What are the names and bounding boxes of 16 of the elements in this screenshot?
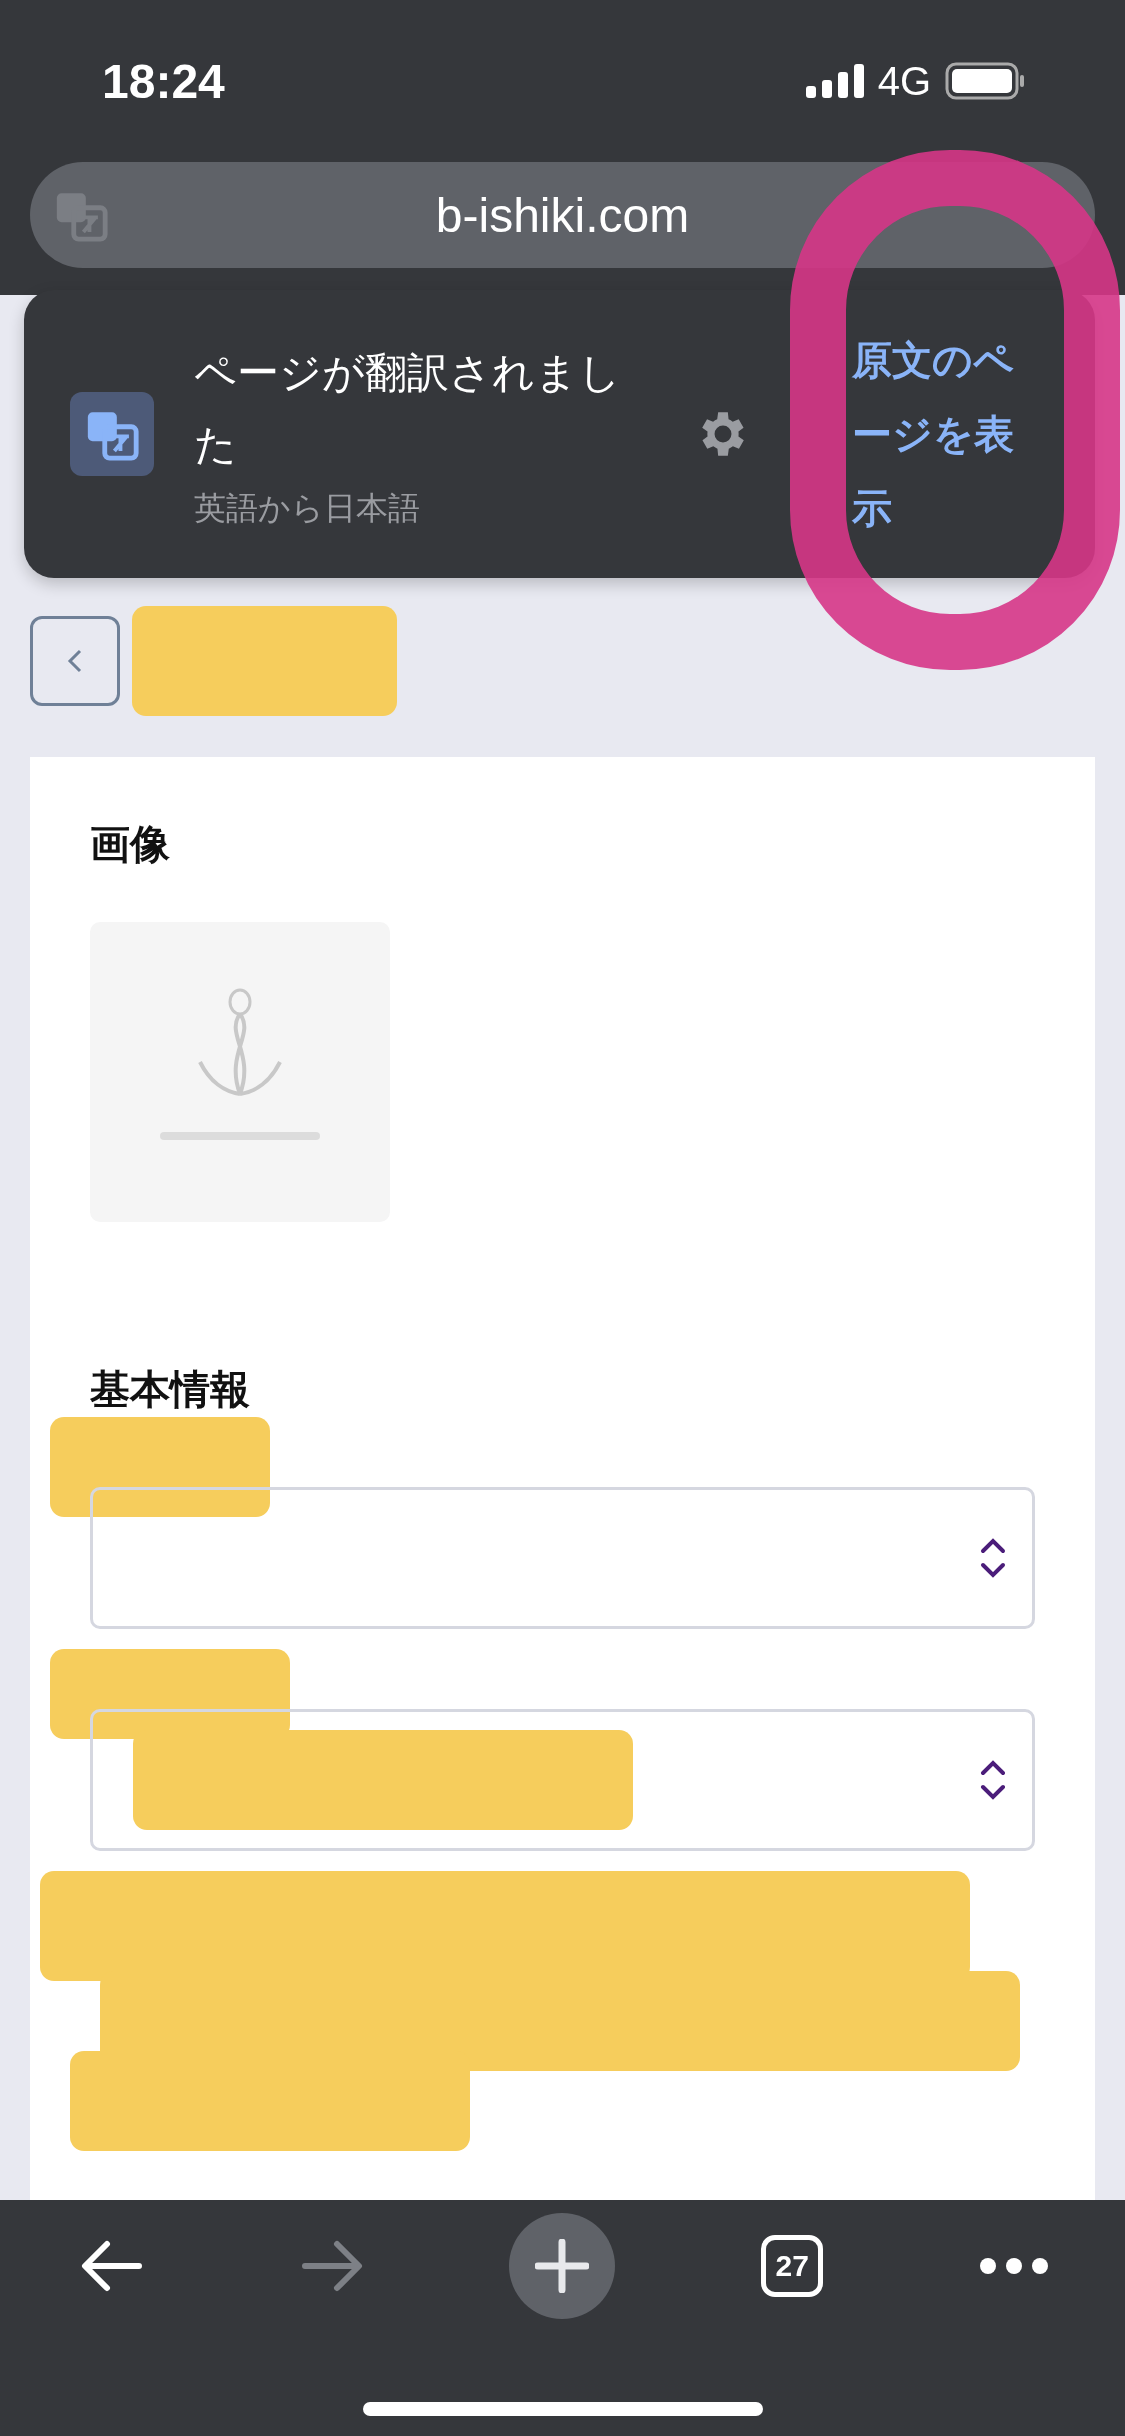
signal-icon xyxy=(805,64,864,98)
tabs-button[interactable]: 27 xyxy=(747,2221,838,2311)
banner-title: ページが翻訳されました xyxy=(194,347,622,471)
section-heading: 画像 xyxy=(90,820,171,869)
select-field[interactable] xyxy=(90,1709,1035,1851)
show-original-link[interactable]: 原文のページを表示 xyxy=(852,323,1016,545)
more-icon xyxy=(979,2257,1050,2275)
url-text: b-ishiki.com xyxy=(435,187,690,243)
status-time: 18:24 xyxy=(102,53,225,109)
section-heading: 基本情報 xyxy=(90,1365,251,1414)
chevron-left-icon xyxy=(66,648,84,674)
banner-subtitle: 英語から日本語 xyxy=(194,488,421,529)
battery-icon xyxy=(945,62,1025,100)
network-type: 4G xyxy=(877,58,931,104)
plus-icon xyxy=(535,2239,590,2293)
select-field[interactable] xyxy=(90,1487,1035,1629)
